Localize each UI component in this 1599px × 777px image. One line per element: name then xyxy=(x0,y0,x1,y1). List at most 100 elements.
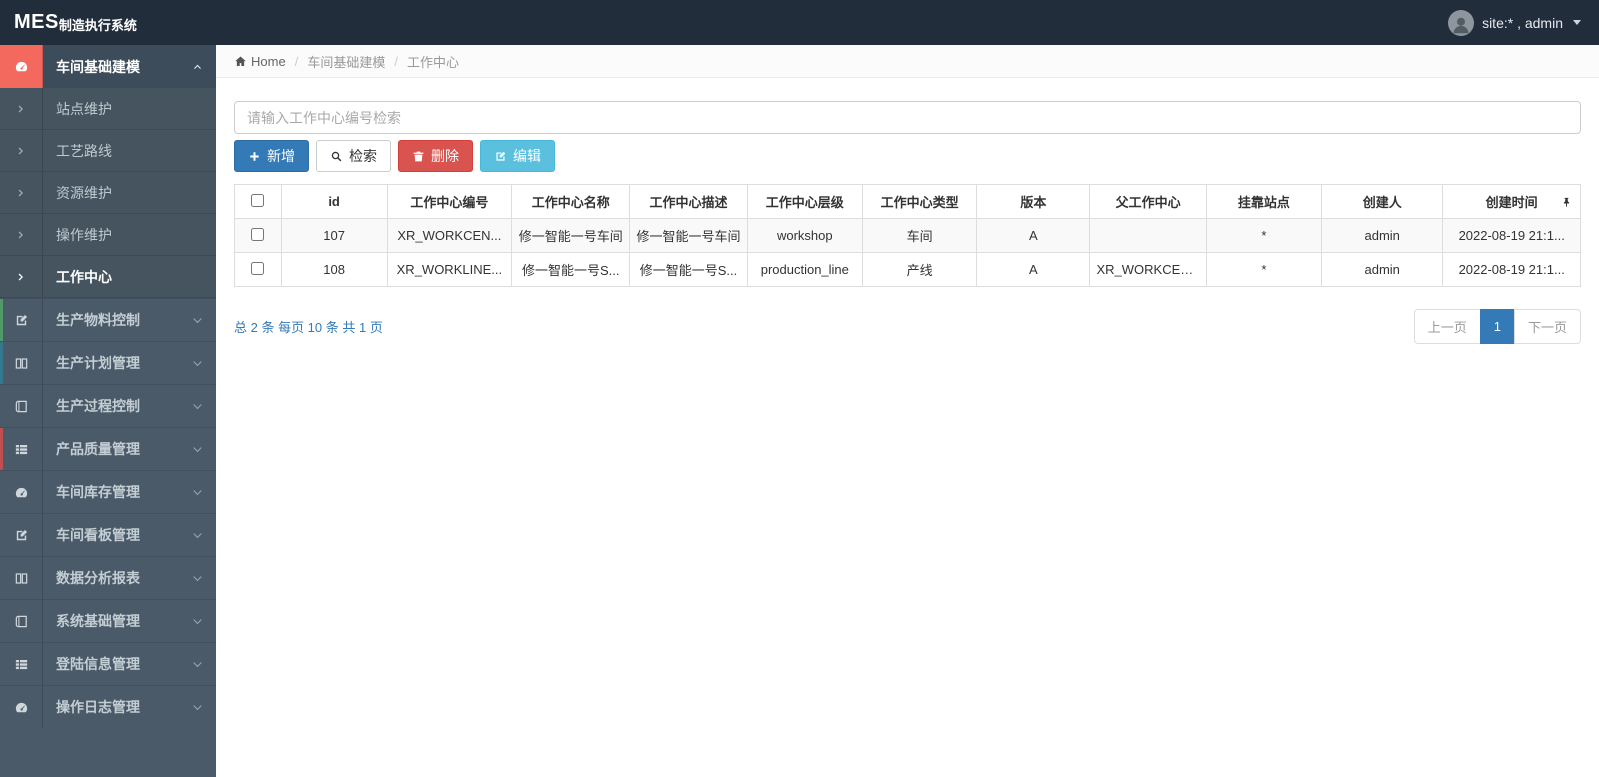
cell-created-time: 2022-08-19 21:1... xyxy=(1442,252,1581,287)
sidebar-item-work-center[interactable]: 工作中心 xyxy=(0,256,216,298)
sidebar-item-data-analysis-reports[interactable]: 数据分析报表 xyxy=(0,556,216,599)
user-label: site:* , admin xyxy=(1482,14,1563,31)
sidebar-item-production-process-control[interactable]: 生产过程控制 xyxy=(0,384,216,427)
list-icon xyxy=(0,643,43,685)
pager: 上一页 1 下一页 xyxy=(1413,309,1581,344)
col-header-type: 工作中心类型 xyxy=(861,184,978,219)
cell-description: 修一智能一号S... xyxy=(629,252,748,287)
sidebar-item-label: 数据分析报表 xyxy=(56,570,140,586)
accent-strip xyxy=(0,342,3,384)
chevron-down-icon xyxy=(192,616,203,627)
chevron-right-icon xyxy=(0,130,43,171)
sidebar-item-operation-log-management[interactable]: 操作日志管理 xyxy=(0,685,216,728)
cell-station: * xyxy=(1205,252,1323,287)
search-button[interactable]: 检索 xyxy=(316,140,391,172)
chevron-down-icon xyxy=(192,315,203,326)
accent-strip xyxy=(0,643,3,685)
sidebar-item-label: 登陆信息管理 xyxy=(56,656,140,672)
sidebar-item-system-basic-management[interactable]: 系统基础管理 xyxy=(0,599,216,642)
next-page-button[interactable]: 下一页 xyxy=(1513,309,1581,344)
col-header-level: 工作中心层级 xyxy=(746,184,863,219)
col-header-station: 挂靠站点 xyxy=(1205,184,1323,219)
cell-creator: admin xyxy=(1321,218,1444,253)
book-icon xyxy=(0,600,43,642)
chevron-down-icon xyxy=(192,530,203,541)
accent-strip xyxy=(0,385,3,427)
add-button[interactable]: 新增 xyxy=(234,140,309,172)
col-header-id: id xyxy=(280,184,388,219)
sidebar-item-label: 工作中心 xyxy=(56,268,112,285)
pin-icon[interactable] xyxy=(1561,196,1572,208)
pagination-summary[interactable]: 总 2 条 每页 10 条 共 1 页 xyxy=(234,317,383,336)
chevron-down-icon xyxy=(192,401,203,412)
sidebar-item-production-material-control[interactable]: 生产物料控制 xyxy=(0,298,216,341)
sidebar-item-label: 车间看板管理 xyxy=(56,527,140,543)
chevron-down-icon xyxy=(192,444,203,455)
app-logo[interactable]: MES 制造执行系统 xyxy=(0,0,216,45)
cell-version: A xyxy=(976,218,1091,253)
cell-created-time: 2022-08-19 21:1... xyxy=(1442,218,1581,253)
sidebar-section-label: 车间基础建模 xyxy=(43,45,216,88)
work-center-table: id 工作中心编号 工作中心名称 工作中心描述 工作中心层级 工作中心类型 版本… xyxy=(234,184,1581,287)
sidebar-item-label: 工艺路线 xyxy=(56,142,112,159)
sidebar-item-resource-maintenance[interactable]: 资源维护 xyxy=(0,172,216,214)
chevron-right-icon xyxy=(0,172,43,213)
caret-down-icon xyxy=(1573,20,1581,25)
sidebar: 车间基础建模 站点维护 工艺路线 资源维护 操作维护 工作中心 生产物料控制 生… xyxy=(0,45,216,777)
sidebar-item-process-route[interactable]: 工艺路线 xyxy=(0,130,216,172)
pagination-bar: 总 2 条 每页 10 条 共 1 页 上一页 1 下一页 xyxy=(234,309,1581,344)
select-all-checkbox[interactable] xyxy=(251,193,265,207)
row-checkbox[interactable] xyxy=(251,261,265,275)
cell-code: XR_WORKCEN... xyxy=(386,218,513,253)
sidebar-section-workshop-modeling[interactable]: 车间基础建模 xyxy=(0,45,216,88)
sidebar-item-product-quality-management[interactable]: 产品质量管理 xyxy=(0,427,216,470)
sidebar-item-workshop-inventory-management[interactable]: 车间库存管理 xyxy=(0,470,216,513)
sidebar-item-label: 站点维护 xyxy=(56,100,112,117)
cell-id: 108 xyxy=(280,252,388,287)
cell-type: 产线 xyxy=(861,252,978,287)
row-checkbox[interactable] xyxy=(251,227,265,241)
breadcrumb-separator: / xyxy=(294,53,299,69)
prev-page-button[interactable]: 上一页 xyxy=(1413,309,1481,344)
delete-button[interactable]: 删除 xyxy=(398,140,473,172)
sidebar-item-workshop-board-management[interactable]: 车间看板管理 xyxy=(0,513,216,556)
list-icon xyxy=(0,428,43,470)
page-1-button[interactable]: 1 xyxy=(1479,309,1515,344)
top-navbar: MES 制造执行系统 site:* , admin xyxy=(0,0,1599,45)
chevron-right-icon xyxy=(0,256,43,297)
table-header-row: id 工作中心编号 工作中心名称 工作中心描述 工作中心层级 工作中心类型 版本… xyxy=(234,184,1581,219)
col-header-name: 工作中心名称 xyxy=(511,184,631,219)
cell-level: production_line xyxy=(746,252,863,287)
user-avatar xyxy=(1448,9,1475,36)
accent-strip xyxy=(0,299,3,341)
sidebar-item-operation-maintenance[interactable]: 操作维护 xyxy=(0,214,216,256)
sidebar-item-production-plan-management[interactable]: 生产计划管理 xyxy=(0,341,216,384)
chevron-down-icon xyxy=(192,573,203,584)
cell-version: A xyxy=(976,252,1091,287)
cell-id: 107 xyxy=(280,218,388,253)
search-input[interactable] xyxy=(234,101,1581,134)
edit-icon xyxy=(0,514,43,556)
row-select-cell xyxy=(234,252,282,287)
cell-station: * xyxy=(1205,218,1323,253)
sidebar-item-label: 车间库存管理 xyxy=(56,484,140,500)
breadcrumb-home[interactable]: Home xyxy=(234,54,286,69)
sidebar-item-station-maintenance[interactable]: 站点维护 xyxy=(0,88,216,130)
select-all-cell xyxy=(234,184,282,219)
home-icon xyxy=(235,55,246,66)
edit-button[interactable]: 编辑 xyxy=(480,140,555,172)
edit-icon xyxy=(0,299,43,341)
col-header-created-time: 创建时间 xyxy=(1442,184,1581,219)
user-menu[interactable]: site:* , admin xyxy=(1448,9,1599,36)
dashboard-icon xyxy=(0,45,43,88)
app-logo-rest: 制造执行系统 xyxy=(58,17,137,33)
col-header-parent: 父工作中心 xyxy=(1089,184,1207,219)
col-header-version: 版本 xyxy=(976,184,1091,219)
sidebar-item-login-info-management[interactable]: 登陆信息管理 xyxy=(0,642,216,685)
breadcrumb-level1[interactable]: 车间基础建模 xyxy=(307,52,385,71)
chevron-right-icon xyxy=(0,88,43,129)
sidebar-item-label: 产品质量管理 xyxy=(56,441,140,457)
chevron-down-icon xyxy=(192,487,203,498)
work-center-page: 新增 检索 删除 编辑 xyxy=(216,78,1599,344)
cell-name: 修一智能一号车间 xyxy=(511,218,631,253)
